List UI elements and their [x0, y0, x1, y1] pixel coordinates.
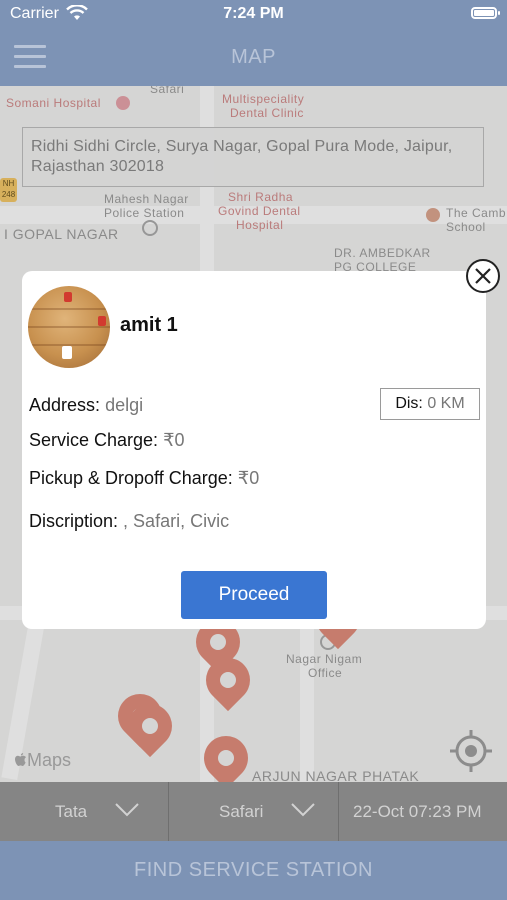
service-charge-row: Service Charge: ₹0 — [29, 430, 185, 451]
distance-badge: Dis: 0 KM — [380, 388, 480, 420]
description-value: , Safari, Civic — [123, 511, 230, 531]
pickup-charge-value: ₹0 — [237, 468, 260, 488]
model-dropdown[interactable]: Safari — [169, 782, 338, 841]
proceed-button[interactable]: Proceed — [181, 571, 327, 619]
address-value: delgi — [105, 395, 144, 415]
brand-value: Tata — [55, 802, 88, 821]
pickup-charge-label: Pickup & Dropoff Charge: — [29, 468, 233, 488]
status-bar: Carrier 7:24 PM — [0, 0, 507, 28]
address-label: Address: — [29, 395, 101, 415]
maps-label: Maps — [27, 750, 72, 770]
distance-label: Dis: — [395, 395, 423, 412]
datetime-picker[interactable]: 22-Oct 07:23 PM — [339, 782, 507, 841]
service-charge-value: ₹0 — [163, 430, 185, 450]
maps-attribution: Maps — [14, 750, 71, 771]
apple-logo-icon — [15, 753, 26, 766]
locate-icon[interactable] — [448, 728, 494, 774]
service-charge-label: Service Charge: — [29, 430, 159, 450]
nav-bar: MAP — [0, 28, 507, 86]
model-value: Safari — [219, 802, 264, 821]
station-name: amit 1 — [120, 314, 178, 336]
description-row: Discription: , Safari, Civic — [29, 511, 229, 532]
filter-bar: Tata Safari 22-Oct 07:23 PM — [0, 782, 507, 841]
pickup-charge-row: Pickup & Dropoff Charge: ₹0 — [29, 468, 259, 489]
datetime-value: 22-Oct 07:23 PM — [353, 802, 482, 821]
status-time: 7:24 PM — [223, 5, 284, 22]
brand-dropdown[interactable]: Tata — [0, 782, 168, 841]
description-label: Discription: — [29, 511, 119, 531]
chevron-down-icon — [291, 803, 315, 817]
distance-value: 0 KM — [427, 395, 465, 412]
address-row: Address: delgi — [29, 395, 143, 416]
close-icon[interactable] — [466, 259, 500, 293]
chevron-down-icon — [115, 803, 139, 817]
avatar — [28, 286, 110, 368]
page-title: MAP — [231, 46, 276, 68]
find-service-station-button[interactable]: FIND SERVICE STATION — [0, 841, 507, 900]
station-dialog: amit 1 Address: delgi Dis: 0 KM Service … — [22, 271, 486, 629]
battery-icon — [471, 7, 500, 19]
